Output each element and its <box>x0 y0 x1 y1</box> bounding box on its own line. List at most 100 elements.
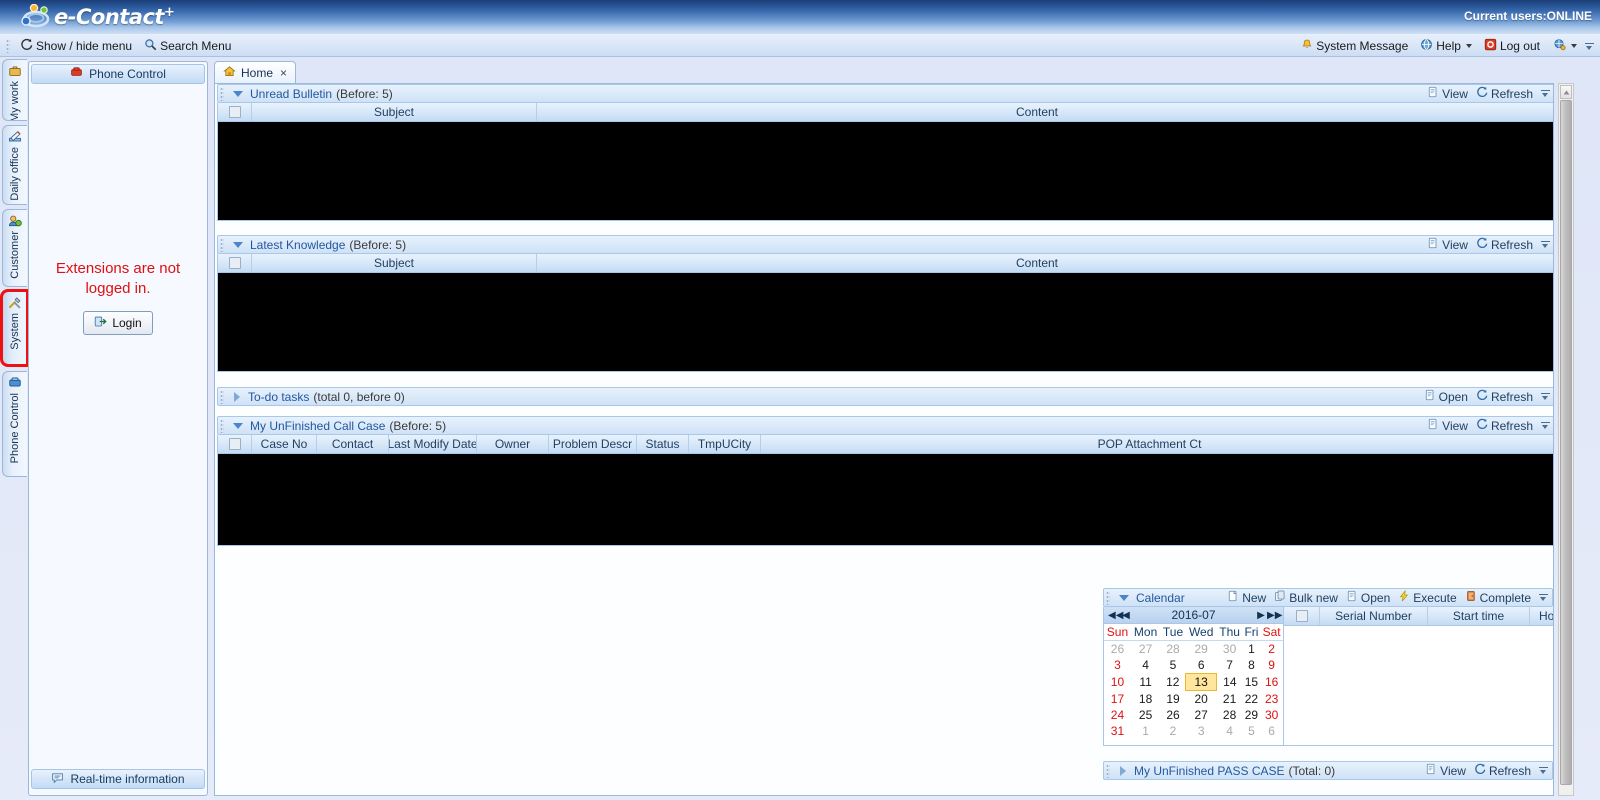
collapse-arrow-icon[interactable] <box>233 90 243 97</box>
column-header-cell[interactable]: Content <box>537 103 1537 121</box>
panel-action-view[interactable]: View <box>1427 418 1468 433</box>
schedule-column-header[interactable]: Start time <box>1428 607 1530 625</box>
calendar-day[interactable]: 2 <box>1160 723 1185 739</box>
calendar-day[interactable]: 5 <box>1243 723 1261 739</box>
calendar-first-button[interactable]: ◀◀ <box>1108 610 1123 621</box>
calendar-day[interactable]: 11 <box>1131 674 1160 691</box>
schedule-select-all-cell[interactable] <box>1284 607 1320 625</box>
select-all-header-cell[interactable] <box>218 435 252 453</box>
panel-action-refresh[interactable]: Refresh <box>1476 237 1533 252</box>
passcase-action-refresh[interactable]: Refresh <box>1474 763 1531 778</box>
schedule-select-all-checkbox[interactable] <box>1295 610 1308 622</box>
scroll-up-icon[interactable] <box>1560 85 1572 99</box>
calendar-last-button[interactable]: ▶▶ <box>1267 610 1282 621</box>
todo-tasks-header[interactable]: To-do tasks (total 0, before 0) Open Refres… <box>217 387 1553 406</box>
select-all-header-cell[interactable] <box>218 254 252 272</box>
expand-arrow-icon[interactable] <box>1120 765 1126 776</box>
passcase-header[interactable]: My UnFinished PASS CASE (Total: 0) View Ref… <box>1103 761 1553 780</box>
sidebar-tab-customer[interactable]: Customer <box>2 209 27 287</box>
column-header-cell[interactable]: Subject <box>252 103 537 121</box>
calendar-day[interactable]: 30 <box>1260 707 1283 723</box>
calendar-day[interactable]: 26 <box>1104 641 1131 658</box>
tab-close-icon[interactable]: × <box>280 66 287 80</box>
column-header-cell[interactable]: Subject <box>252 254 537 272</box>
my-unfinished-call-case-header[interactable]: My UnFinished Call Case (Before: 5) View Re… <box>217 416 1553 435</box>
unread-bulletin-header[interactable]: Unread Bulletin (Before: 5) View Refresh <box>217 84 1553 103</box>
calendar-day[interactable]: 23 <box>1260 691 1283 708</box>
select-all-checkbox[interactable] <box>228 438 241 450</box>
calendar-action-execute[interactable]: Execute <box>1398 589 1457 605</box>
column-header-cell[interactable]: Case No <box>252 435 317 453</box>
realtime-information-button[interactable]: Real-time information <box>31 769 205 789</box>
calendar-header[interactable]: Calendar New Bulk new Open Execute Complete <box>1103 588 1553 607</box>
calendar-day[interactable]: 17 <box>1104 691 1131 708</box>
panel-action-view[interactable]: View <box>1427 86 1468 101</box>
column-header-cell[interactable]: Problem Descr <box>549 435 637 453</box>
calendar-day[interactable]: 14 <box>1217 674 1243 691</box>
calendar-day[interactable]: 21 <box>1217 691 1243 708</box>
select-all-checkbox[interactable] <box>228 257 241 269</box>
calendar-day[interactable]: 3 <box>1104 657 1131 674</box>
calendar-day[interactable]: 22 <box>1243 691 1261 708</box>
sidebar-tab-system[interactable]: System <box>0 289 29 367</box>
calendar-day[interactable]: 29 <box>1186 641 1217 658</box>
calendar-day[interactable]: 1 <box>1243 641 1261 658</box>
chevron-down-icon[interactable] <box>1465 44 1472 48</box>
tab-home[interactable]: Home × <box>214 61 297 83</box>
calendar-day[interactable]: 25 <box>1131 707 1160 723</box>
calendar-day[interactable]: 6 <box>1260 723 1283 739</box>
panel-overflow-button[interactable] <box>1541 238 1550 251</box>
help-button[interactable]: Help <box>1416 37 1476 55</box>
calendar-day[interactable]: 4 <box>1217 723 1243 739</box>
calendar-day[interactable]: 6 <box>1186 657 1217 674</box>
passcase-action-view[interactable]: View <box>1425 763 1466 778</box>
calendar-overflow-button[interactable] <box>1539 591 1548 604</box>
system-message-button[interactable]: System Message <box>1297 37 1412 55</box>
calendar-day[interactable]: 9 <box>1260 657 1283 674</box>
sidebar-tab-phone-control[interactable]: Phone Control <box>2 371 27 477</box>
phone-control-header[interactable]: Phone Control <box>31 64 205 84</box>
latest-knowledge-header[interactable]: Latest Knowledge (Before: 5) View Refresh <box>217 235 1553 254</box>
calendar-day[interactable]: 2 <box>1260 641 1283 658</box>
calendar-day[interactable]: 5 <box>1160 657 1185 674</box>
column-header-cell[interactable]: Last Modify Date <box>389 435 477 453</box>
calendar-day[interactable]: 27 <box>1131 641 1160 658</box>
calendar-day[interactable]: 16 <box>1260 674 1283 691</box>
column-header-cell[interactable]: Status <box>637 435 689 453</box>
network-menu-button[interactable] <box>1548 37 1581 55</box>
column-header-cell[interactable]: TmpUCity <box>689 435 761 453</box>
schedule-column-header[interactable]: Serial Number <box>1320 607 1428 625</box>
column-header-cell[interactable]: Owner <box>477 435 549 453</box>
calendar-day[interactable]: 3 <box>1186 723 1217 739</box>
panel-action-refresh[interactable]: Refresh <box>1476 418 1533 433</box>
column-header-cell[interactable]: Contact <box>317 435 389 453</box>
calendar-day[interactable]: 29 <box>1243 707 1261 723</box>
panel-action-open[interactable]: Open <box>1424 389 1468 404</box>
panel-action-refresh[interactable]: Refresh <box>1476 86 1533 101</box>
calendar-day[interactable]: 1 <box>1131 723 1160 739</box>
calendar-next-button[interactable]: ▶ <box>1255 610 1267 621</box>
calendar-day[interactable]: 15 <box>1243 674 1261 691</box>
calendar-day[interactable]: 28 <box>1160 641 1185 658</box>
show-hide-menu-button[interactable]: Show / hide menu <box>16 37 136 55</box>
calendar-day[interactable]: 28 <box>1217 707 1243 723</box>
calendar-day[interactable]: 7 <box>1217 657 1243 674</box>
calendar-day[interactable]: 30 <box>1217 641 1243 658</box>
calendar-day[interactable]: 4 <box>1131 657 1160 674</box>
calendar-day[interactable]: 20 <box>1186 691 1217 708</box>
calendar-day[interactable]: 24 <box>1104 707 1131 723</box>
calendar-action-complete[interactable]: Complete <box>1465 590 1531 605</box>
panel-overflow-button[interactable] <box>1541 87 1550 100</box>
scrollbar-thumb[interactable] <box>1560 100 1572 785</box>
menu-overflow-button[interactable] <box>1585 40 1594 53</box>
calendar-day[interactable]: 31 <box>1104 723 1131 739</box>
search-menu-button[interactable]: Search Menu <box>140 37 235 55</box>
chevron-down-icon[interactable] <box>1571 44 1577 48</box>
column-header-cell[interactable]: POP Attachment Ct <box>761 435 1538 453</box>
calendar-action-bulk-new[interactable]: Bulk new <box>1274 590 1338 605</box>
calendar-prev-button[interactable]: ◀ <box>1120 610 1132 621</box>
panel-action-view[interactable]: View <box>1427 237 1468 252</box>
logout-button[interactable]: Log out <box>1480 37 1544 55</box>
calendar-day[interactable]: 26 <box>1160 707 1185 723</box>
calendar-day[interactable]: 18 <box>1131 691 1160 708</box>
